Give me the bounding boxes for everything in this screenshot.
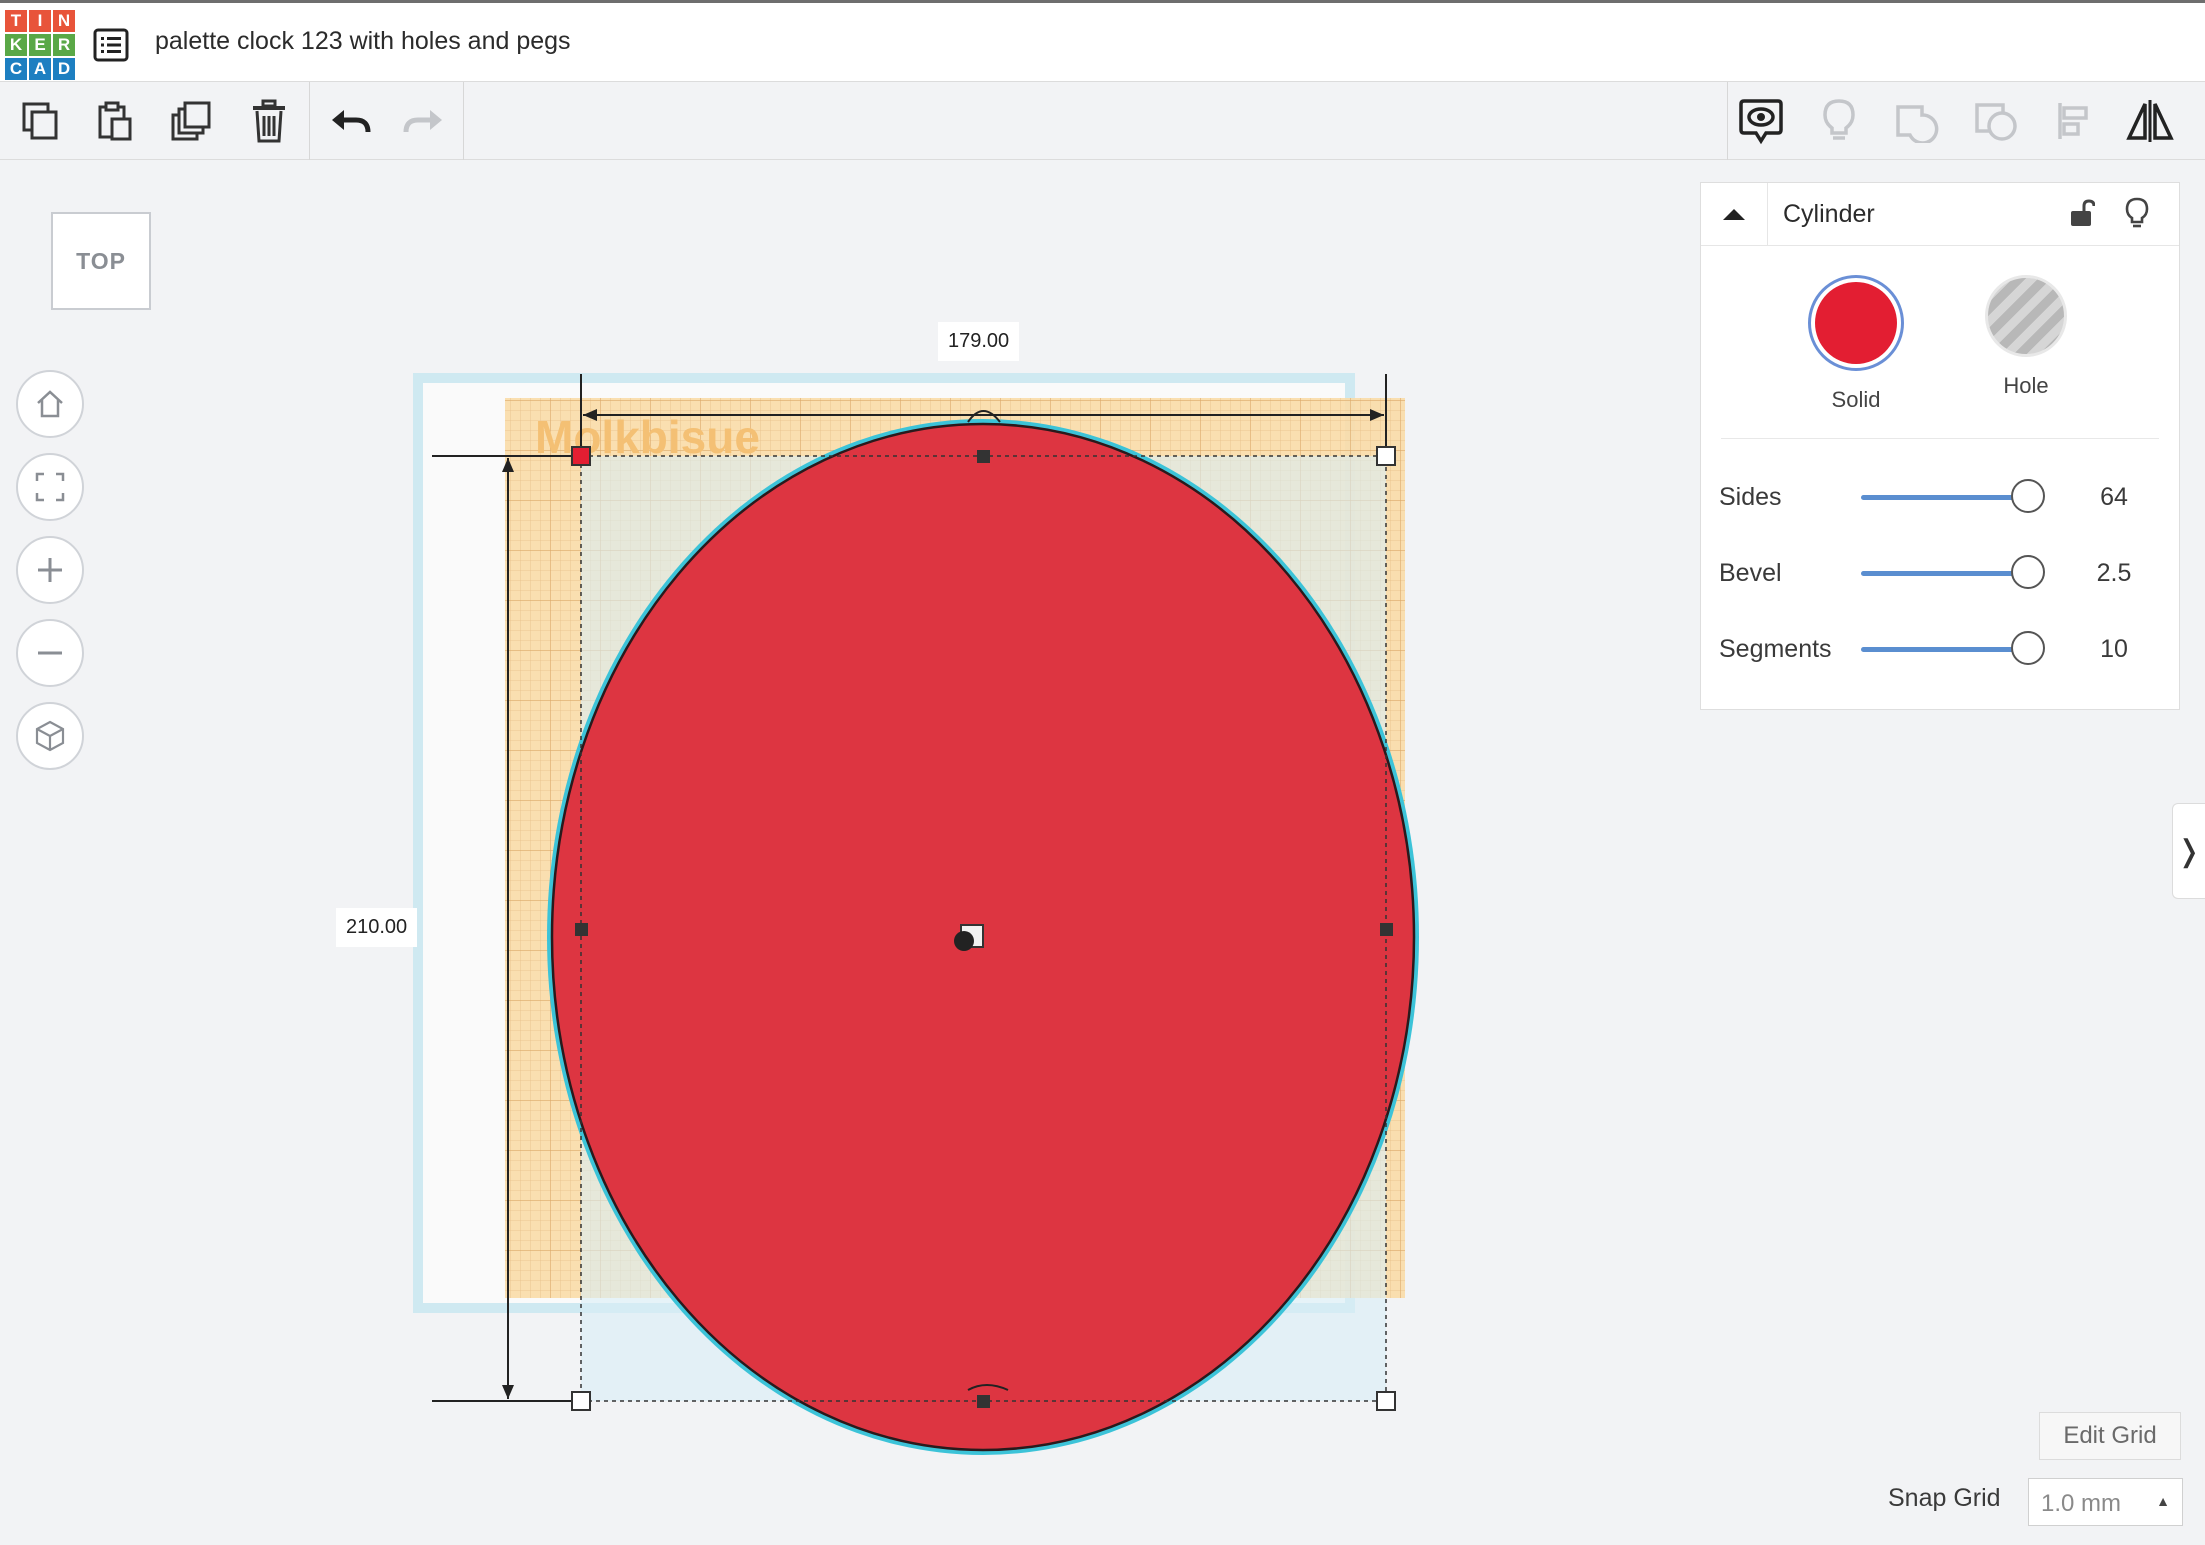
solid-label: Solid [1831,387,1881,412]
solid-color-dot [1815,282,1897,364]
chevron-right-icon: ❭ [2176,834,2202,868]
property-row-segments: Segments 10 [1719,629,2159,669]
solid-swatch[interactable] [1808,275,1904,371]
hole-option[interactable]: Hole [1971,275,2081,399]
property-label: Sides [1719,483,1782,511]
property-slider-track[interactable] [1861,647,2031,652]
property-label: Segments [1719,635,1832,663]
caret-up-icon: ▲ [2156,1493,2170,1509]
property-value-input[interactable]: 2.5 [2079,559,2149,588]
property-slider-thumb[interactable] [2011,479,2045,513]
solid-option[interactable]: Solid [1801,275,1911,413]
resize-handle-bottom-left[interactable] [571,1391,591,1411]
height-dimension-label[interactable]: 210.00 [336,908,418,947]
zoom-out-button[interactable] [16,619,84,687]
shape-light-button[interactable] [2119,195,2155,231]
view-cube[interactable]: TOP [51,212,151,310]
resize-handle-top[interactable] [977,450,990,463]
property-slider-thumb[interactable] [2011,555,2045,589]
property-value-input[interactable]: 10 [2079,635,2149,664]
resize-handle-bottom[interactable] [977,1395,990,1408]
orthographic-icon [35,720,65,752]
lock-button[interactable] [2063,195,2099,231]
orthographic-view-button[interactable] [16,702,84,770]
shape-name[interactable]: Cylinder [1783,200,1875,229]
fit-view-button[interactable] [16,453,84,521]
zoom-out-icon [38,651,62,655]
property-row-bevel: Bevel 2.5 [1719,553,2159,593]
unlock-icon [2071,199,2095,226]
zoom-in-icon [38,558,62,582]
hole-swatch[interactable] [1985,275,2067,357]
property-value-input[interactable]: 64 [2079,483,2149,512]
snap-grid-value: 1.0 mm [2041,1490,2122,1517]
resize-handle-bottom-right[interactable] [1376,1391,1396,1411]
hole-label: Hole [2003,373,2049,398]
property-slider-thumb[interactable] [2011,631,2045,665]
snap-grid-label: Snap Grid [1888,1484,2001,1512]
width-dimension-label[interactable]: 179.00 [938,322,1020,361]
fit-view-icon [35,472,65,502]
caret-up-icon [1723,209,1745,220]
resize-handle-top-left[interactable] [571,446,591,466]
edit-grid-button[interactable]: Edit Grid [2039,1412,2181,1460]
property-slider-track[interactable] [1861,571,2031,576]
inspector-header: Cylinder [1701,183,2179,246]
resize-handle-right[interactable] [1380,923,1393,936]
zoom-in-button[interactable] [16,536,84,604]
property-slider-track[interactable] [1861,495,2031,500]
height-arrow-bottom [502,1385,514,1399]
shape-inspector-panel: Cylinder Solid Hole Sides 64 Bevel 2.5 S… [1700,182,2180,710]
snap-grid-select[interactable]: 1.0 mm ▲ [2028,1478,2183,1526]
center-point [954,931,974,951]
resize-handle-left[interactable] [575,923,588,936]
inspector-collapse-button[interactable] [1701,183,1768,245]
lightbulb-icon [2125,197,2149,228]
home-view-icon [37,390,63,418]
inspector-divider [1721,438,2159,439]
resize-handle-top-right[interactable] [1376,446,1396,466]
expand-shapes-panel-button[interactable]: ❭ [2172,803,2205,899]
home-view-button[interactable] [16,370,84,438]
property-row-sides: Sides 64 [1719,477,2159,517]
property-label: Bevel [1719,559,1782,587]
